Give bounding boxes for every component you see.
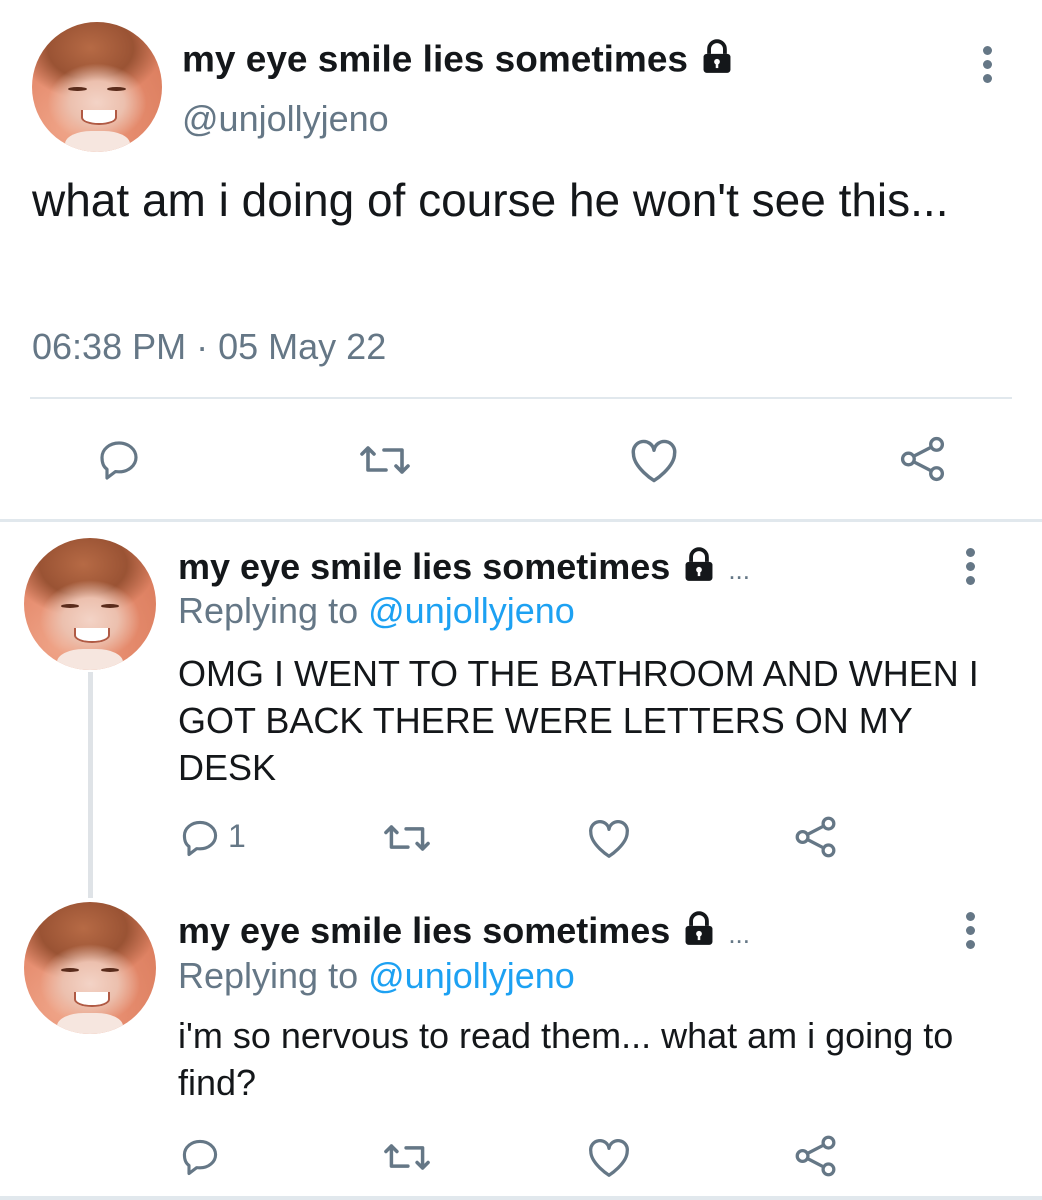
tweet-date: 05 May 22 — [218, 326, 387, 367]
display-name[interactable]: my eye smile lies sometimes ... — [178, 546, 750, 593]
section-divider — [0, 519, 1042, 522]
replying-to: Replying to @unjollyjeno — [178, 590, 575, 632]
divider — [30, 397, 1012, 399]
heart-icon[interactable] — [628, 436, 680, 484]
tweet-text: i'm so nervous to read them... what am i… — [178, 1015, 954, 1103]
replying-to: Replying to @unjollyjeno — [178, 955, 575, 997]
lock-icon — [680, 910, 718, 957]
display-name[interactable]: my eye smile lies sometimes ... — [178, 910, 750, 957]
retweet-icon[interactable] — [382, 1135, 432, 1179]
bottom-divider — [0, 1196, 1042, 1200]
heart-icon[interactable] — [586, 816, 632, 860]
display-name[interactable]: my eye smile lies sometimes — [182, 38, 736, 85]
reply-icon[interactable] — [95, 436, 143, 484]
retweet-icon[interactable] — [358, 436, 412, 484]
replying-to-label: Replying to — [178, 955, 359, 996]
tweet-time: 06:38 PM — [32, 326, 187, 367]
share-icon[interactable] — [793, 1133, 839, 1179]
timestamp-separator: · — [196, 326, 209, 367]
avatar[interactable] — [24, 902, 156, 1034]
heart-icon[interactable] — [586, 1135, 632, 1179]
lock-icon — [698, 38, 736, 85]
avatar[interactable] — [24, 538, 156, 670]
handle[interactable]: @unjollyjeno — [182, 98, 389, 140]
more-vertical-icon[interactable] — [966, 912, 976, 954]
thread-line — [88, 672, 93, 898]
replying-to-handle[interactable]: @unjollyjeno — [368, 590, 575, 631]
tweet-text: what am i doing of course he won't see t… — [32, 174, 949, 226]
share-icon[interactable] — [898, 434, 948, 484]
avatar[interactable] — [32, 22, 162, 152]
reply-icon[interactable] — [178, 816, 222, 860]
reply-icon[interactable] — [178, 1135, 222, 1179]
more-vertical-icon[interactable] — [983, 46, 993, 88]
truncation-ellipsis: ... — [728, 555, 750, 586]
reply-count: 1 — [228, 818, 246, 854]
truncation-ellipsis: ... — [728, 919, 750, 950]
replying-to-handle[interactable]: @unjollyjeno — [368, 955, 575, 996]
replying-to-label: Replying to — [178, 590, 359, 631]
tweet-text: OMG I WENT TO THE BATHROOM AND WHEN I GO… — [178, 653, 979, 788]
share-icon[interactable] — [793, 814, 839, 860]
lock-icon — [680, 546, 718, 593]
more-vertical-icon[interactable] — [966, 548, 976, 590]
retweet-icon[interactable] — [382, 816, 432, 860]
timestamp: 06:38 PM · 05 May 22 — [32, 326, 386, 368]
